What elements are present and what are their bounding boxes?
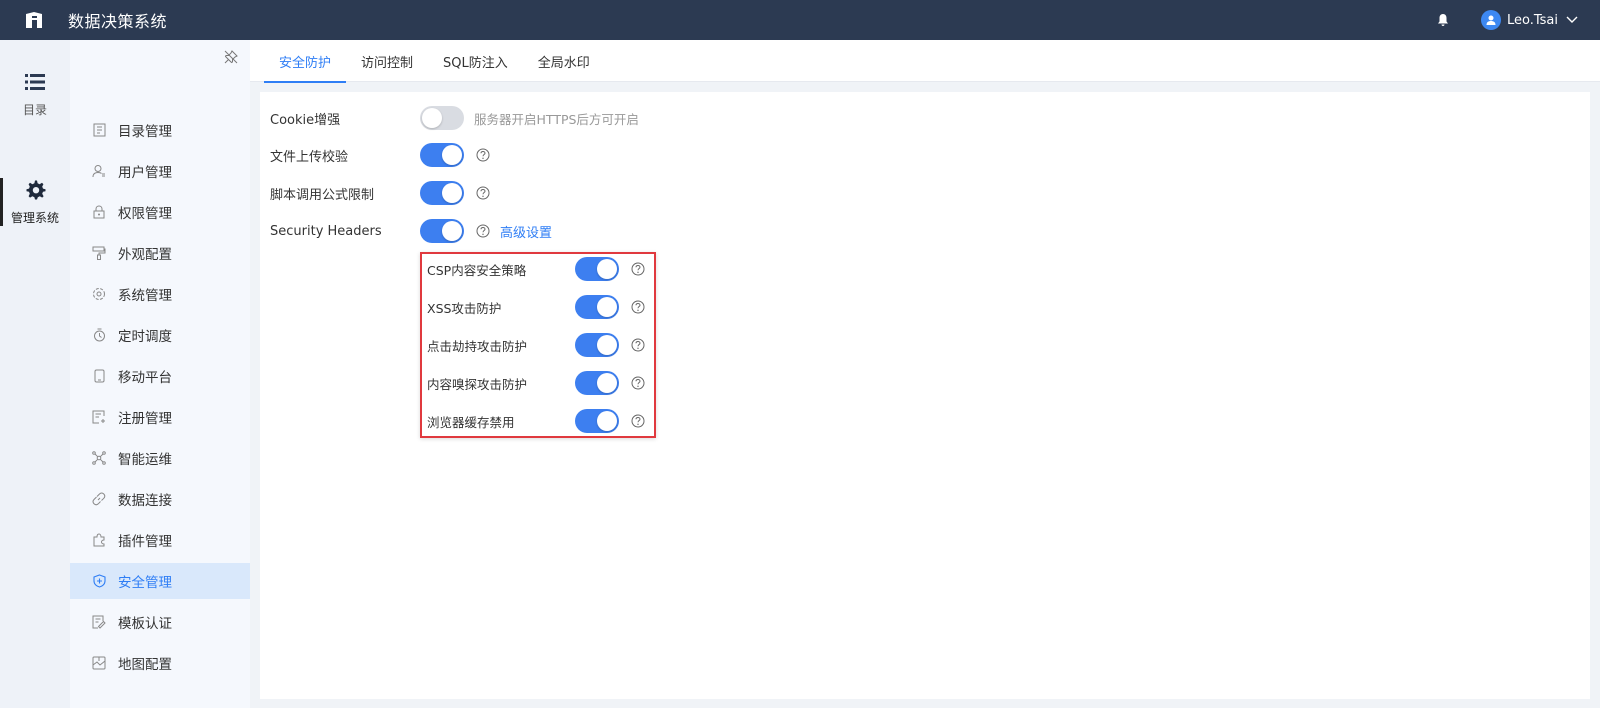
top-bar: 数据决策系统 Leo.Tsai [0,0,1600,40]
nav-rail: 目录 管理系统 [0,40,70,708]
cache-disable-toggle[interactable] [575,409,619,433]
logo-icon[interactable] [24,10,44,30]
header-cache-disable: 浏览器缓存禁用 [427,406,645,436]
setting-label: Cookie增强 [270,112,341,128]
sidebar-item-system[interactable]: 系统管理 [70,276,250,312]
bell-icon[interactable] [1435,12,1451,28]
timer-icon [92,328,106,342]
sidebar-item-security[interactable]: 安全管理 [70,563,250,599]
tab-sql-injection[interactable]: SQL防注入 [428,40,523,82]
help-icon[interactable] [476,186,490,200]
setting-script: 脚本调用公式限制 [270,178,490,208]
sidebar-item-users[interactable]: 用户管理 [70,153,250,189]
sidebar-item-data-connection[interactable]: 数据连接 [70,481,250,517]
sidebar-item-ops[interactable]: 智能运维 [70,440,250,476]
sidebar-item-plugins[interactable]: 插件管理 [70,522,250,558]
csp-toggle[interactable] [575,257,619,281]
app-title: 数据决策系统 [68,12,168,31]
header-content-sniffing: 内容嗅探攻击防护 [427,368,645,398]
setting-cookie: Cookie增强 服务器开启HTTPS后方可开启 [270,103,639,133]
settings-panel: Cookie增强 服务器开启HTTPS后方可开启 文件上传校验 脚本调用公式限制… [260,92,1590,699]
security-headers-subpanel: CSP内容安全策略 XSS攻击防护 点击劫持攻击防护 内容嗅探攻击防护 浏览器缓 [420,252,656,438]
setting-label: CSP内容安全策略 [427,262,527,278]
help-icon[interactable] [476,148,490,162]
tab-security-protection[interactable]: 安全防护 [264,40,347,83]
settings-icon [92,287,106,301]
setting-label: 脚本调用公式限制 [270,187,375,203]
avatar [1480,10,1501,30]
xss-toggle[interactable] [575,295,619,319]
catalog-icon [92,123,106,137]
gear-icon [24,179,46,201]
help-icon[interactable] [631,300,645,314]
network-icon [92,451,106,465]
script-toggle[interactable] [420,181,464,205]
sidebar: 目录管理 用户管理 权限管理 外观配置 系统管理 定时调度 移动平台 注册管理 [70,40,250,708]
setting-label: Security Headers [270,223,382,239]
sidebar-menu: 目录管理 用户管理 权限管理 外观配置 系统管理 定时调度 移动平台 注册管理 [70,112,250,686]
user-icon [92,164,106,178]
advanced-settings-link[interactable]: 高级设置 [500,222,552,241]
sidebar-item-catalog[interactable]: 目录管理 [70,112,250,148]
tab-access-control[interactable]: 访问控制 [346,40,428,82]
setting-label: 浏览器缓存禁用 [427,414,515,430]
tab-global-watermark[interactable]: 全局水印 [523,40,605,82]
header-csp: CSP内容安全策略 [427,254,645,284]
map-icon [92,656,106,670]
security-headers-toggle[interactable] [420,219,464,243]
lock-icon [92,205,106,219]
sidebar-item-appearance[interactable]: 外观配置 [70,235,250,271]
sidebar-item-permissions[interactable]: 权限管理 [70,194,250,230]
cookie-hint: 服务器开启HTTPS后方可开启 [474,111,639,127]
sidebar-item-template-auth[interactable]: 模板认证 [70,604,250,640]
pin-icon[interactable] [224,50,238,64]
help-icon[interactable] [476,224,490,238]
shield-icon [92,574,106,588]
help-icon[interactable] [631,262,645,276]
header-clickjacking: 点击劫持攻击防护 [427,330,645,360]
template-icon [92,615,106,629]
help-icon[interactable] [631,376,645,390]
mobile-icon [92,369,106,383]
clickjacking-toggle[interactable] [575,333,619,357]
sidebar-item-register[interactable]: 注册管理 [70,399,250,435]
cookie-toggle[interactable] [420,106,464,130]
header-xss: XSS攻击防护 [427,292,645,322]
setting-label: 内容嗅探攻击防护 [427,376,528,392]
chevron-down-icon [1566,14,1578,26]
list-icon [24,71,46,93]
setting-security-headers: Security Headers 高级设置 [270,216,552,246]
rail-item-management[interactable]: 管理系统 [0,172,70,232]
setting-label: 文件上传校验 [270,149,349,165]
main-content: 安全防护 访问控制 SQL防注入 全局水印 Cookie增强 服务器开启HTTP… [250,40,1600,708]
setting-label: 点击劫持攻击防护 [427,338,528,354]
register-icon [92,410,106,424]
rail-item-catalog[interactable]: 目录 [0,64,70,124]
upload-toggle[interactable] [420,143,464,167]
user-menu[interactable]: Leo.Tsai [1480,10,1578,30]
tab-bar: 安全防护 访问控制 SQL防注入 全局水印 [250,40,1600,83]
sidebar-item-schedule[interactable]: 定时调度 [70,317,250,353]
sidebar-item-mobile[interactable]: 移动平台 [70,358,250,394]
help-icon[interactable] [631,414,645,428]
rail-item-label: 目录 [22,102,47,117]
help-icon[interactable] [631,338,645,352]
content-sniffing-toggle[interactable] [575,371,619,395]
puzzle-icon [92,533,106,547]
brush-icon [92,246,106,260]
setting-label: XSS攻击防护 [427,300,502,316]
rail-item-label: 管理系统 [10,210,59,225]
link-icon [92,492,106,506]
username: Leo.Tsai [1506,12,1558,28]
sidebar-item-map[interactable]: 地图配置 [70,645,250,681]
setting-upload: 文件上传校验 [270,140,490,170]
